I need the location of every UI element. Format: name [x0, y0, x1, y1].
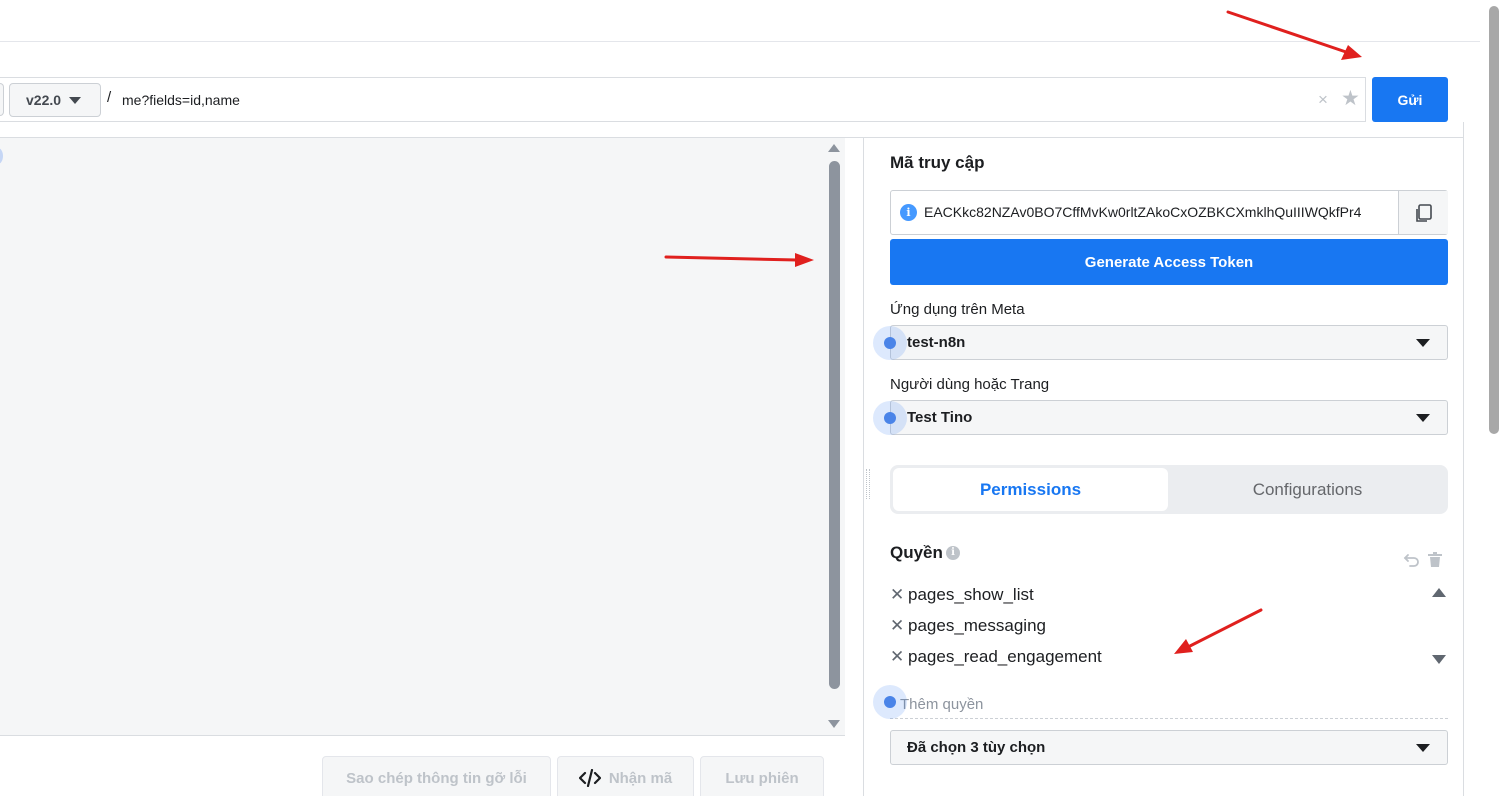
tab-permissions[interactable]: Permissions [893, 468, 1168, 511]
version-select[interactable]: v22.0 [9, 83, 101, 117]
copy-token-button[interactable] [1398, 191, 1448, 234]
chevron-down-icon [1416, 339, 1430, 347]
submit-button[interactable]: Gửi [1372, 77, 1448, 122]
generate-access-token-button[interactable]: Generate Access Token [890, 239, 1448, 285]
access-token-title: Mã truy cập [890, 153, 985, 172]
permissions-summary: Đã chọn 3 tùy chọn [907, 739, 1046, 756]
tab-configurations[interactable]: Configurations [1170, 468, 1445, 511]
get-code-button[interactable]: Nhận mã [557, 756, 694, 796]
permission-name: pages_show_list [908, 585, 1034, 604]
panel-border [1463, 122, 1464, 796]
info-icon[interactable]: i [946, 546, 960, 560]
save-session-button[interactable]: Lưu phiên [700, 756, 824, 796]
panel-divider [863, 138, 864, 796]
resize-handle[interactable] [866, 469, 870, 499]
permission-item: ✕ pages_show_list [890, 583, 1034, 607]
query-path-input[interactable] [122, 86, 1302, 114]
get-code-label: Nhận mã [608, 769, 673, 787]
access-token-field[interactable]: i EACKkc82NZAv0BO7CffMvKw0rltZAkoCxOZBKC… [890, 190, 1448, 235]
save-session-label: Lưu phiên [725, 769, 799, 787]
permission-name: pages_read_engagement [908, 647, 1102, 666]
permissions-summary-select[interactable]: Đã chọn 3 tùy chọn [890, 730, 1448, 765]
click-indicator-dot [884, 337, 896, 349]
clear-icon[interactable]: × [1318, 90, 1328, 110]
user-or-page-select[interactable]: Test Tino [890, 400, 1448, 435]
remove-icon[interactable]: ✕ [890, 585, 908, 605]
permissions-title: Quyền [890, 543, 943, 562]
panel-resizer[interactable] [845, 138, 865, 796]
info-icon[interactable]: i [900, 204, 917, 221]
remove-icon[interactable]: ✕ [890, 647, 908, 667]
meta-app-label: Ứng dụng trên Meta [890, 301, 1025, 318]
path-separator: / [107, 89, 112, 106]
undo-icon[interactable] [1403, 552, 1421, 568]
chevron-down-icon [1416, 414, 1430, 422]
code-icon [578, 769, 601, 787]
permission-name: pages_messaging [908, 616, 1046, 635]
query-bar: v22.0 / × ★ [0, 77, 1366, 122]
page-scrollbar-thumb[interactable] [1489, 6, 1499, 434]
chevron-down-icon [69, 96, 82, 104]
user-or-page-label: Người dùng hoặc Trang [890, 376, 1050, 393]
copy-debug-button[interactable]: Sao chép thông tin gỡ lỗi [322, 756, 551, 796]
copy-icon [1416, 204, 1432, 222]
response-panel [0, 138, 845, 735]
user-or-page-selected: Test Tino [907, 409, 973, 426]
scroll-down-arrow-icon[interactable] [1432, 655, 1446, 664]
click-indicator-dot [884, 696, 896, 708]
response-scrollbar-thumb[interactable] [829, 161, 840, 689]
scroll-up-arrow-icon[interactable] [828, 144, 840, 152]
click-indicator-dot [884, 412, 896, 424]
method-select-edge[interactable] [0, 83, 4, 116]
permission-item: ✕ pages_read_engagement [890, 645, 1102, 669]
scroll-up-arrow-icon[interactable] [1432, 588, 1446, 597]
version-select-label: v22.0 [26, 92, 62, 108]
top-header [0, 0, 1480, 42]
permission-item: ✕ pages_messaging [890, 614, 1046, 638]
scroll-down-arrow-icon[interactable] [828, 720, 840, 728]
trash-icon[interactable] [1427, 552, 1443, 568]
copy-debug-label: Sao chép thông tin gỡ lỗi [346, 769, 527, 787]
star-icon[interactable]: ★ [1341, 87, 1360, 111]
add-permission-input[interactable] [890, 690, 1448, 719]
meta-app-select[interactable]: test-n8n [890, 325, 1448, 360]
chevron-down-icon [1416, 744, 1430, 752]
access-token-value[interactable]: EACKkc82NZAv0BO7CffMvKw0rltZAkoCxOZBKCXm… [924, 204, 1396, 220]
remove-icon[interactable]: ✕ [890, 616, 908, 636]
settings-tabs: Permissions Configurations [890, 465, 1448, 514]
meta-app-selected: test-n8n [907, 334, 966, 351]
